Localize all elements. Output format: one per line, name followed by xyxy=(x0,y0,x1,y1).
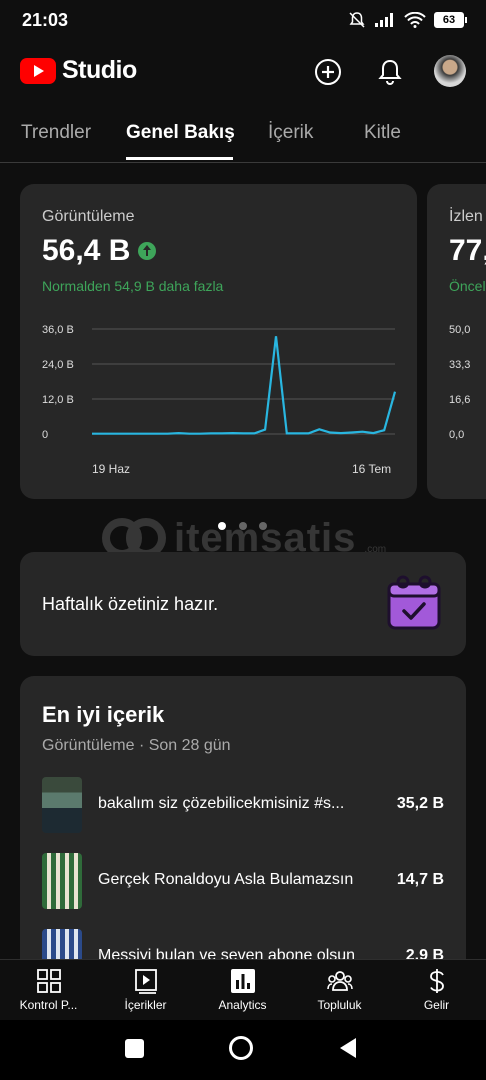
top-content-subtitle: Görüntüleme · Son 28 gün xyxy=(42,737,231,754)
youtube-logo-icon xyxy=(20,57,56,84)
top-content-item-2[interactable]: Gerçek Ronaldoyu Asla Bulamazsın 14,7 B xyxy=(42,853,444,909)
video-views: 35,2 B xyxy=(396,795,444,812)
nav-earn[interactable]: Gelir xyxy=(388,960,485,1021)
battery-indicator: 63 xyxy=(434,12,467,28)
y-tick-label: 12,0 B xyxy=(42,394,74,406)
create-button[interactable] xyxy=(312,56,344,88)
nav-community[interactable]: Topluluk xyxy=(291,960,388,1021)
y-tick-label: 0 xyxy=(42,429,48,441)
tab-icerik[interactable]: İçerik xyxy=(268,122,313,144)
video-views: 14,7 B xyxy=(396,871,444,888)
muted-bell-icon xyxy=(349,12,365,28)
account-avatar[interactable] xyxy=(434,55,466,87)
top-content-item-1[interactable]: bakalım siz çözebilicekmisiniz #s... 35,… xyxy=(42,777,444,833)
views-note: Normalden 54,9 B daha fazla xyxy=(42,278,224,294)
bell-icon xyxy=(378,59,402,85)
y-tick-label: 50,0 xyxy=(449,324,470,336)
dashboard-icon xyxy=(37,969,61,993)
y-tick-label: 33,3 xyxy=(449,359,470,371)
back-button[interactable] xyxy=(338,1037,358,1059)
watch-time-card[interactable]: İzlen 77, Öncel 0,0 16,6 33,3 50,0 xyxy=(427,184,486,499)
status-icons: 63 xyxy=(348,10,467,30)
views-value: 56,4 B xyxy=(42,234,131,267)
nav-analytics[interactable]: Analytics xyxy=(194,960,291,1021)
y-tick-label: 24,0 B xyxy=(42,359,74,371)
chart-y-axis: 0,0 16,6 33,3 50,0 xyxy=(449,324,470,441)
watch-time-note: Öncel xyxy=(449,278,486,294)
nav-dashboard[interactable]: Kontrol P... xyxy=(0,960,97,1021)
arrow-up-icon xyxy=(138,242,157,260)
calendar-check-icon xyxy=(387,575,441,630)
chart-series-line xyxy=(92,336,397,435)
views-card[interactable]: Görüntüleme 56,4 B Normalden 54,9 B daha… xyxy=(20,184,417,499)
add-circle-icon xyxy=(315,59,341,85)
analytics-icon xyxy=(231,969,255,993)
watch-time-label: İzlen xyxy=(449,208,483,225)
content-icon xyxy=(135,969,157,994)
signal-icon xyxy=(375,13,393,27)
weekly-summary-card[interactable]: Haftalık özetiniz hazır. xyxy=(20,552,466,656)
x-tick-start: 19 Haz xyxy=(92,462,131,476)
watch-time-chart: 0,0 16,6 33,3 50,0 xyxy=(449,324,470,441)
nav-content[interactable]: İçerikler xyxy=(97,960,194,1021)
pager-dot-3[interactable] xyxy=(259,522,267,530)
y-tick-label: 16,6 xyxy=(449,394,470,406)
system-navigation-bar xyxy=(0,1020,486,1080)
video-thumbnail xyxy=(42,853,82,909)
video-thumbnail xyxy=(42,777,82,833)
tab-trendler[interactable]: Trendler xyxy=(21,122,91,144)
home-button[interactable] xyxy=(229,1036,253,1060)
status-bar: 21:03 63 xyxy=(0,0,486,40)
logo-text: Studio xyxy=(62,56,137,84)
youtube-studio-logo: Studio xyxy=(20,56,137,85)
wifi-icon xyxy=(404,12,426,28)
video-title: Gerçek Ronaldoyu Asla Bulamazsın xyxy=(98,871,354,888)
tab-kitle[interactable]: Kitle xyxy=(364,122,401,144)
pager-dot-2[interactable] xyxy=(239,522,247,530)
chart-y-axis: 0 12,0 B 24,0 B 36,0 B xyxy=(42,324,74,441)
y-tick-label: 0,0 xyxy=(449,429,464,441)
recents-button[interactable] xyxy=(125,1039,144,1058)
top-content-title: En iyi içerik xyxy=(42,702,165,727)
status-time: 21:03 xyxy=(22,10,69,30)
bottom-navigation: Kontrol P... İçerikler Analytics Toplulu… xyxy=(0,959,486,1021)
active-tab-indicator xyxy=(126,157,233,160)
video-title: bakalım siz çözebilicekmisiniz #s... xyxy=(98,795,345,812)
views-line-chart: 0 12,0 B 24,0 B 36,0 B xyxy=(42,324,397,441)
weekly-summary-text: Haftalık özetiniz hazır. xyxy=(42,594,219,614)
notifications-button[interactable] xyxy=(374,56,406,88)
views-label: Görüntüleme xyxy=(42,208,135,225)
nav-label: Kontrol P... xyxy=(19,998,78,1012)
nav-label: Gelir xyxy=(423,998,450,1012)
pager-dot-1[interactable] xyxy=(218,522,226,530)
y-tick-label: 36,0 B xyxy=(42,324,74,336)
dollar-icon xyxy=(430,969,444,993)
top-content-card: En iyi içerik Görüntüleme · Son 28 gün b… xyxy=(20,676,466,996)
x-tick-end: 16 Tem xyxy=(352,462,392,476)
tab-genel-bakis[interactable]: Genel Bakış xyxy=(126,122,235,144)
nav-label: İçerikler xyxy=(124,998,167,1012)
nav-label: Analytics xyxy=(218,998,267,1012)
tab-bar: Trendler Genel Bakış İçerik Kitle xyxy=(0,110,486,163)
nav-label: Topluluk xyxy=(317,998,362,1012)
community-icon xyxy=(327,971,353,991)
watch-time-value: 77, xyxy=(449,234,486,267)
chart-grid xyxy=(92,328,395,435)
